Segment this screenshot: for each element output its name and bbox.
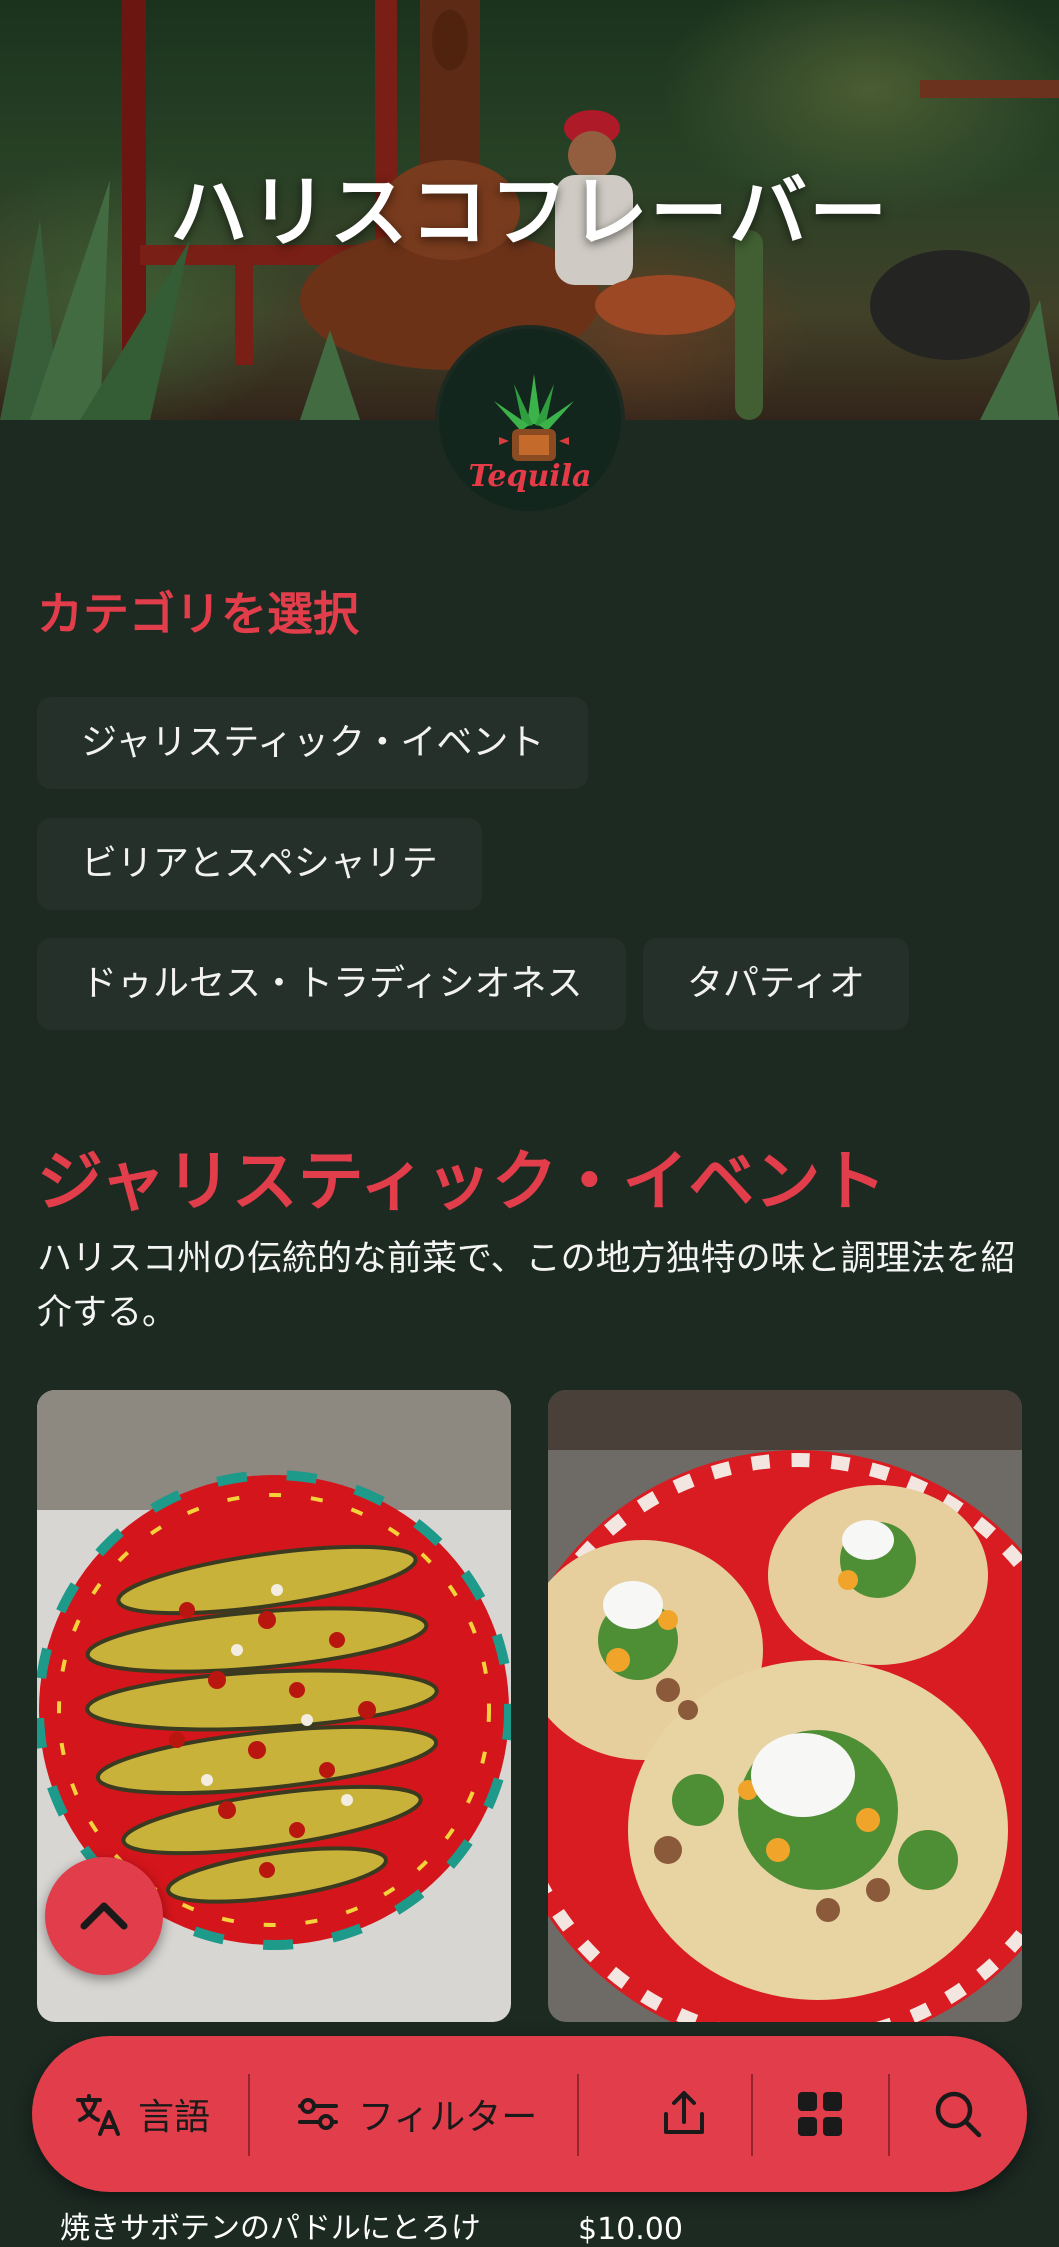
sliders-icon — [298, 2098, 338, 2130]
category-chip-tapatio[interactable]: タパティオ — [643, 938, 909, 1030]
chip-label: ドゥルセス・トラディシオネス — [81, 963, 583, 1004]
category-chip-jalistic[interactable]: ジャリスティック・イベント — [37, 697, 589, 789]
chip-label: タパティオ — [687, 963, 865, 1004]
category-chip-birria[interactable]: ビリアとスペシャリテ — [37, 818, 482, 910]
toolbar-divider — [248, 2074, 250, 2156]
chevron-up-icon — [80, 1902, 128, 1930]
share-button[interactable] — [658, 2036, 710, 2192]
section-description: ハリスコ州の伝統的な前菜で、この地方独特の味と調理法を紹介する。 — [37, 1239, 1016, 1333]
search-button[interactable] — [932, 2036, 984, 2192]
toolbar-divider — [577, 2074, 579, 2156]
chip-label: ジャリスティック・イベント — [81, 722, 545, 763]
scroll-to-top-button[interactable] — [45, 1857, 163, 1975]
card-price: $10.00 — [578, 2212, 683, 2247]
filter-label: フィルター — [358, 2097, 538, 2138]
grid-view-button[interactable] — [795, 2036, 845, 2192]
category-chip-dulces[interactable]: ドゥルセス・トラディシオネス — [37, 938, 627, 1030]
language-button[interactable]: 言語 — [74, 2036, 210, 2192]
filter-button[interactable]: フィルター — [294, 2036, 537, 2192]
share-icon — [664, 2091, 704, 2134]
search-icon — [935, 2091, 982, 2138]
chicken-tostadas-image — [548, 1390, 1022, 2022]
brand-logo[interactable]: Tequila — [435, 325, 625, 515]
chip-label: ビリアとスペシャリテ — [81, 843, 438, 884]
toolbar-divider — [888, 2074, 890, 2156]
translate-icon — [76, 2094, 120, 2136]
product-card[interactable] — [548, 1390, 1022, 2022]
section-title: ジャリスティック・イベント — [37, 1143, 887, 1220]
grid-icon — [798, 2092, 842, 2136]
category-heading: カテゴリを選択 — [37, 587, 359, 641]
language-label: 言語 — [138, 2097, 211, 2138]
toolbar-divider — [751, 2074, 753, 2156]
card-caption: 焼きサボテンのパドルにとろけ — [60, 2211, 481, 2246]
logo-text: Tequila — [468, 459, 592, 494]
bottom-toolbar: 言語 フィルター — [32, 2036, 1027, 2192]
page-title: ハリスコフレーバー — [169, 168, 890, 258]
